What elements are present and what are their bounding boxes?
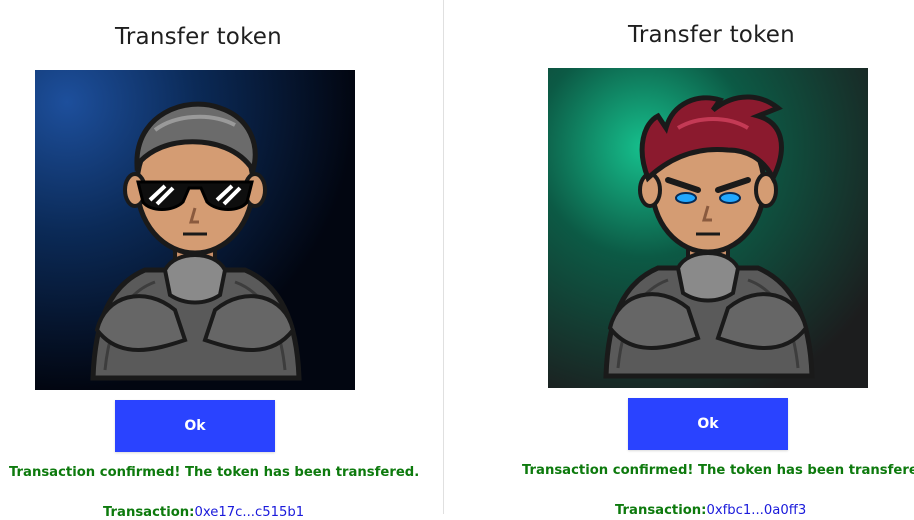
success-message: Transaction confirmed! The token has bee… — [522, 463, 914, 478]
panel-divider — [443, 0, 444, 514]
token-image — [548, 68, 868, 388]
ok-button[interactable]: Ok — [628, 398, 788, 450]
token-image — [35, 70, 355, 390]
avatar-sunglasses-icon — [35, 70, 355, 390]
page-title: Transfer token — [628, 22, 795, 48]
success-message: Transaction confirmed! The token has bee… — [9, 465, 420, 480]
transaction-label: Transaction: — [615, 503, 707, 518]
transaction-hash-link[interactable]: 0xe17c...c515b1 — [194, 505, 304, 520]
ok-button-label: Ok — [697, 416, 719, 432]
transaction-hash-link[interactable]: 0xfbc1...0a0ff3 — [706, 503, 806, 518]
ok-button-label: Ok — [184, 418, 206, 434]
transaction-line: Transaction:0xfbc1...0a0ff3 — [615, 503, 806, 518]
avatar-red-hair-icon — [548, 68, 868, 388]
transaction-line: Transaction:0xe17c...c515b1 — [103, 505, 304, 520]
transaction-label: Transaction: — [103, 505, 195, 520]
transfer-panel-right: Transfer token Ok Transaction confirmed!… — [488, 0, 914, 518]
page-title: Transfer token — [115, 24, 282, 50]
ok-button[interactable]: Ok — [115, 400, 275, 452]
transfer-panel-left: Transfer token Ok Transaction confirmed!… — [0, 0, 419, 520]
